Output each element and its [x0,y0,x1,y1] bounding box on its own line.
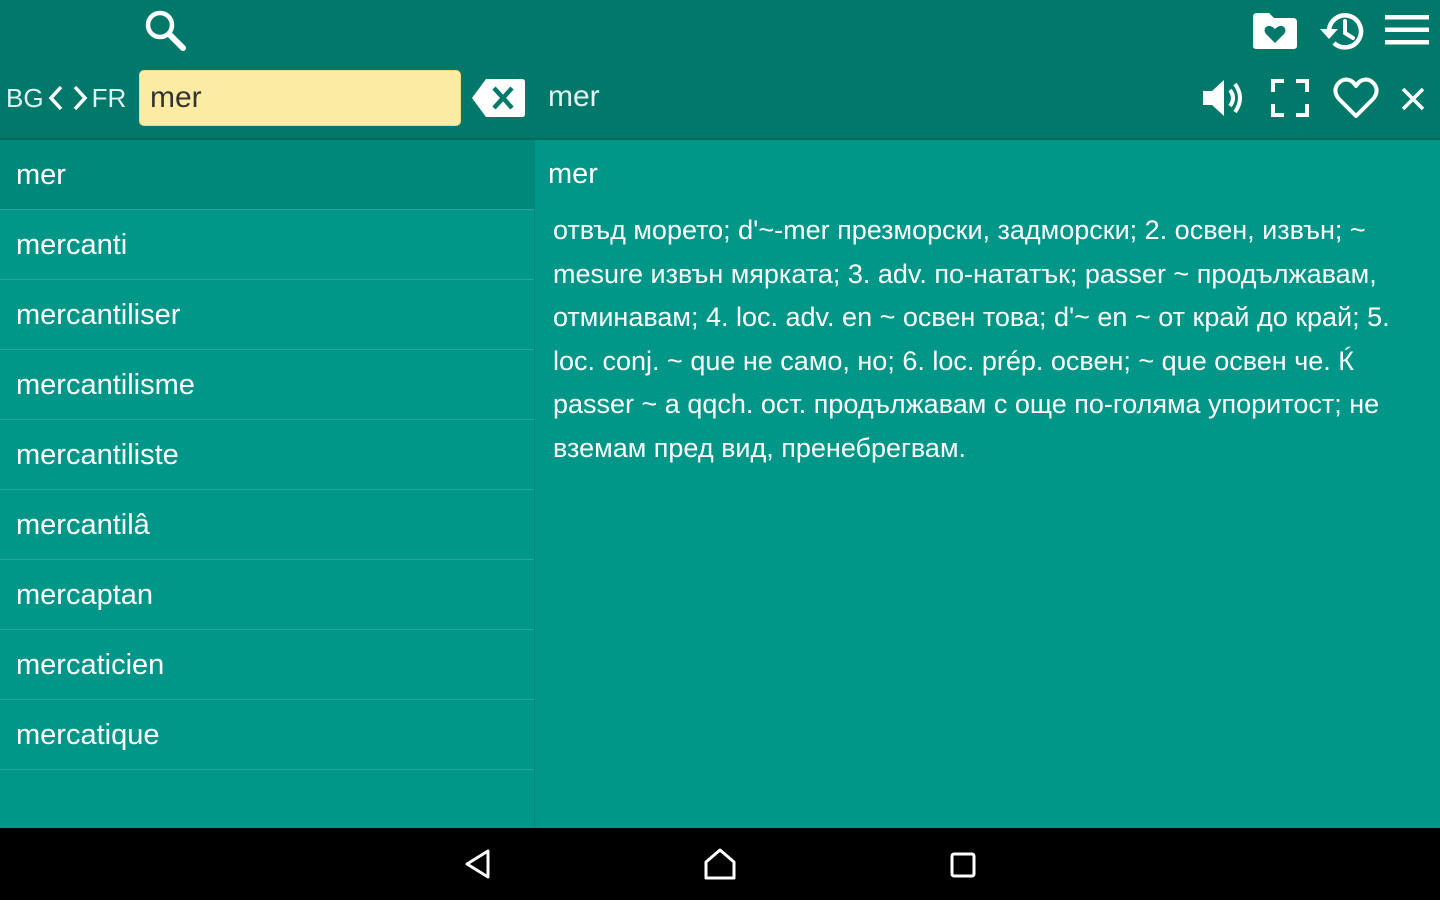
toolbar: BG FR mer [0,0,1440,140]
dictionary-app: BG FR mer mer mer mercanti mercantiliser… [0,0,1440,900]
close-icon[interactable] [1398,84,1428,114]
definition-pane: mer отвъд морето; d'~-mer презморски, за… [536,140,1440,828]
history-icon[interactable] [1315,6,1369,56]
word-list-item[interactable]: mer [0,140,534,210]
word-list-item[interactable]: mercaticien [0,630,534,700]
word-list-item[interactable]: mercantilâ [0,490,534,560]
definition-text: отвъд морето; d'~-mer презморски, задмор… [553,215,1390,463]
language-switch[interactable]: BG FR [6,78,126,118]
back-icon[interactable] [458,844,498,884]
word-list-item[interactable]: mercantiliser [0,280,534,350]
fullscreen-icon[interactable] [1268,76,1312,120]
system-navigation-bar [0,828,1440,900]
word-list-item[interactable]: mercanti [0,210,534,280]
chevron-left-icon[interactable] [46,83,66,113]
home-icon[interactable] [700,844,740,884]
word-list-item[interactable]: mercantiliste [0,420,534,490]
source-language[interactable]: BG [6,83,44,114]
favorites-folder-icon[interactable] [1250,8,1300,54]
definition-headword: mer [548,158,598,190]
recents-icon[interactable] [944,846,982,884]
search-icon[interactable] [140,6,190,54]
current-word: mer [548,80,600,113]
heart-icon[interactable] [1331,74,1381,122]
speaker-icon[interactable] [1200,76,1248,120]
search-field-container [139,70,461,126]
target-language[interactable]: FR [92,83,127,114]
menu-icon[interactable] [1384,10,1430,50]
word-list-item[interactable]: mercantilisme [0,350,534,420]
word-list-item[interactable]: mercatique [0,700,534,770]
pane-divider [534,140,535,828]
backspace-clear-icon[interactable] [470,76,526,120]
search-input[interactable] [140,71,460,125]
chevron-right-icon[interactable] [70,83,90,113]
word-list-item[interactable]: mercaptan [0,560,534,630]
word-list: mer mercanti mercantiliser mercantilisme… [0,140,534,828]
